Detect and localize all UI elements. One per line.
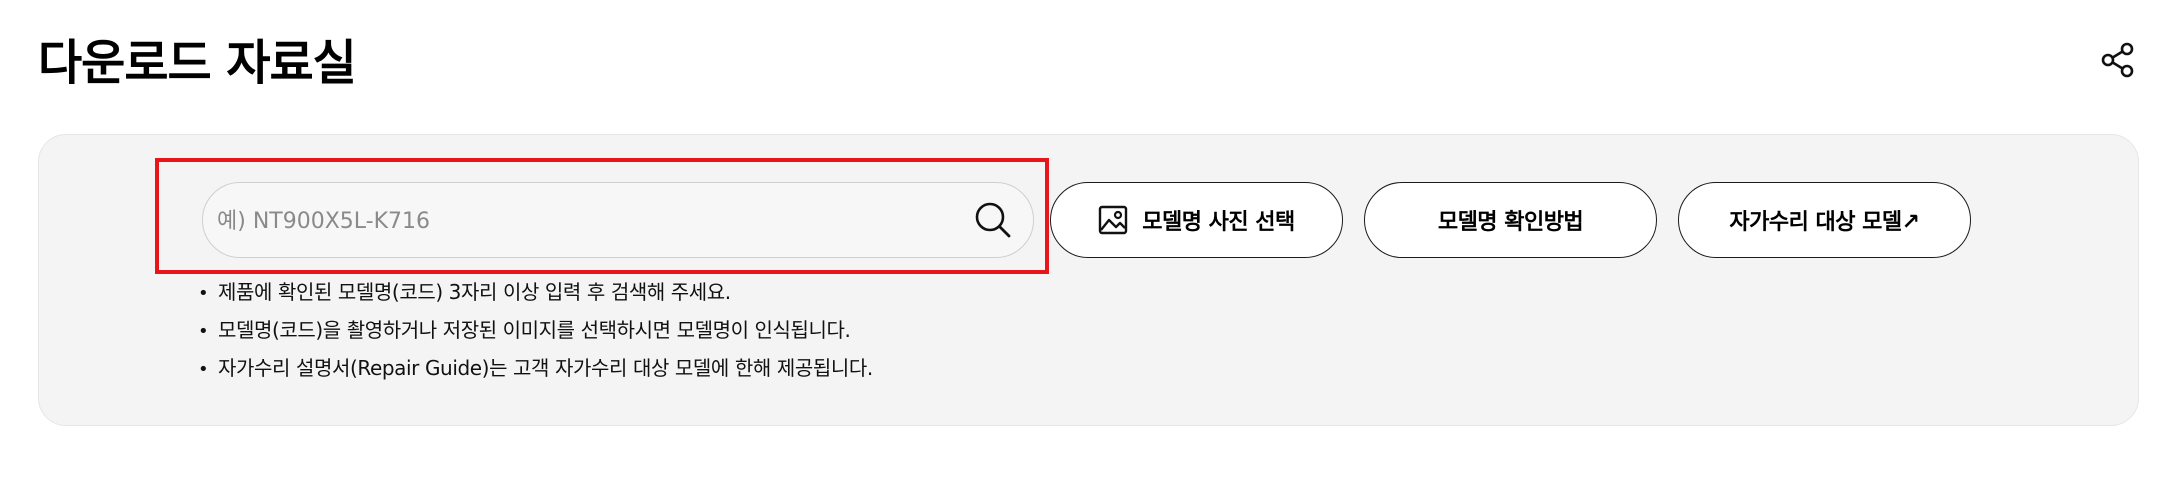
share-button[interactable]: [2092, 34, 2144, 86]
download-page: 다운로드 자료실 모델명 사진 선택: [0, 0, 2180, 500]
self-repair-models-button[interactable]: 자가수리 대상 모델↗: [1678, 182, 1971, 258]
note-item: • 자가수리 설명서(Repair Guide)는 고객 자가수리 대상 모델에 …: [198, 356, 873, 380]
photo-select-button[interactable]: 모델명 사진 선택: [1050, 182, 1343, 258]
search-guide-notes: • 제품에 확인된 모델명(코드) 3자리 이상 입력 후 검색해 주세요. • 모…: [198, 274, 873, 388]
self-repair-label: 자가수리 대상 모델↗: [1729, 210, 1920, 235]
note-text: 자가수리 설명서(Repair Guide)는 고객 자가수리 대상 모델에 한…: [218, 356, 873, 380]
note-item: • 모델명(코드)을 촬영하거나 저장된 이미지를 선택하시면 모델명이 인식됩니…: [198, 318, 851, 342]
photo-select-label: 모델명 사진 선택: [1142, 210, 1295, 235]
search-icon: [975, 202, 1011, 238]
model-search-field: [202, 182, 1034, 259]
search-button[interactable]: [967, 194, 1019, 246]
note-text: 제품에 확인된 모델명(코드) 3자리 이상 입력 후 검색해 주세요.: [218, 280, 731, 304]
page-title: 다운로드 자료실: [38, 35, 357, 91]
share-icon: [2101, 42, 2134, 78]
note-item: • 제품에 확인된 모델명(코드) 3자리 이상 입력 후 검색해 주세요.: [198, 280, 731, 304]
model-search-input[interactable]: [203, 183, 949, 259]
image-icon: [1098, 205, 1128, 235]
model-check-label: 모델명 확인방법: [1437, 210, 1584, 235]
note-text: 모델명(코드)을 촬영하거나 저장된 이미지를 선택하시면 모델명이 인식됩니다…: [218, 318, 851, 342]
model-check-button[interactable]: 모델명 확인방법: [1364, 182, 1657, 258]
